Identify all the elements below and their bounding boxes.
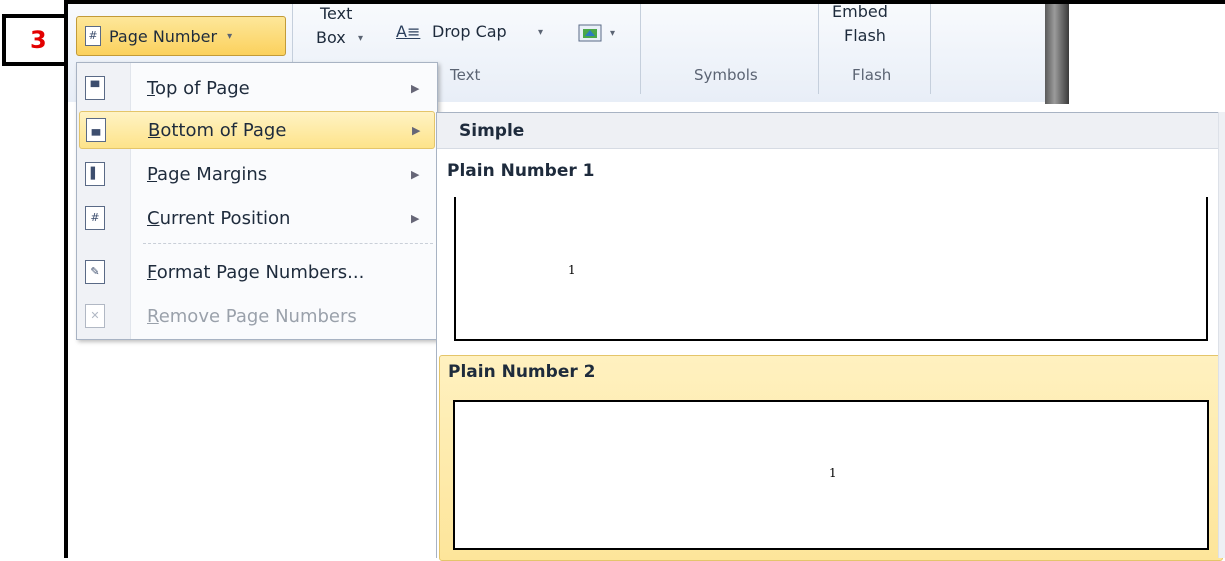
menu-item-label: Bottom of Page [148,119,287,141]
page-bottom-icon: ▄ [86,118,106,142]
page-number-button[interactable]: # Page Number ▾ [76,16,286,56]
gallery-option-title: Plain Number 2 [448,362,596,382]
current-position-icon: # [85,206,105,230]
bottom-of-page-gallery: Simple Plain Number 1 1 Plain Number 2 1 [436,112,1225,561]
chevron-down-icon: ▾ [610,28,616,39]
gallery-option-plain-number-2[interactable]: Plain Number 2 1 [439,355,1223,561]
drop-cap-button[interactable]: A≡ Drop Cap ▾ [396,22,556,46]
plain-number-2-preview: 1 [453,400,1209,550]
submenu-arrow-icon: ▶ [411,167,420,181]
plain-number-1-preview: 1 [454,197,1208,341]
embed-flash-label-line2: Flash [844,26,886,45]
menu-item-current-position[interactable]: # Current Position ▶ [79,199,435,237]
group-label-symbols: Symbols [694,66,758,84]
submenu-arrow-icon: ▶ [411,211,420,225]
menu-item-top-of-page[interactable]: ▀ Top of Page ▶ [79,69,435,107]
step-badge: 3 [2,14,68,66]
drop-cap-icon: A≡ [396,22,421,41]
chevron-down-icon: ▾ [358,33,364,44]
page-number-sample: 1 [829,466,837,480]
chevron-down-icon: ▾ [538,27,544,38]
submenu-arrow-icon: ▶ [412,123,421,137]
text-box-label-line2: Box [316,28,346,47]
gallery-option-title: Plain Number 1 [447,161,595,181]
page-number-sample: 1 [568,263,576,277]
page-top-icon: ▀ [85,76,105,100]
object-icon [578,24,602,42]
embed-flash-label-line1: Embed [832,2,888,21]
menu-separator [143,243,433,244]
gallery-option-plain-number-1[interactable]: Plain Number 1 1 [439,153,1223,349]
ribbon-window-edge [1045,4,1069,104]
menu-item-remove-page-numbers: ✕ Remove Page Numbers [79,297,435,335]
page-number-icon: # [85,26,101,46]
submenu-arrow-icon: ▶ [411,81,420,95]
text-box-button[interactable]: Text Box ▾ [316,2,376,58]
page-margins-icon: ▌ [85,162,105,186]
group-label-text: Text [450,66,481,84]
embed-flash-button[interactable]: Embed Flash [826,0,926,60]
page-number-menu: ▀ Top of Page ▶ ▄ Bottom of Page ▶ ▌ Pag… [76,62,438,340]
menu-item-label: Top of Page [147,77,250,99]
remove-page-numbers-icon: ✕ [85,304,105,328]
gallery-section-header: Simple [437,113,1225,149]
page-number-label: Page Number [109,26,218,46]
menu-item-bottom-of-page[interactable]: ▄ Bottom of Page ▶ [79,111,435,149]
text-box-label-line1: Text [320,4,353,23]
group-label-flash: Flash [852,66,892,84]
object-button[interactable]: ▾ [576,20,626,48]
ribbon-separator [930,4,931,94]
gallery-scrollbar[interactable] [1218,112,1225,558]
menu-item-label: Page Margins [147,163,268,185]
menu-item-label: Remove Page Numbers [147,305,357,327]
chevron-down-icon: ▾ [227,30,233,42]
format-page-numbers-icon: ✎ [85,260,105,284]
menu-item-label: Current Position [147,207,291,229]
gallery-section-title: Simple [459,121,525,141]
menu-item-page-margins[interactable]: ▌ Page Margins ▶ [79,155,435,193]
ribbon-separator [640,4,641,94]
ribbon-separator [818,4,819,94]
menu-item-label: Format Page Numbers... [147,261,365,283]
menu-item-format-page-numbers[interactable]: ✎ Format Page Numbers... [79,253,435,291]
drop-cap-label: Drop Cap [432,22,507,41]
